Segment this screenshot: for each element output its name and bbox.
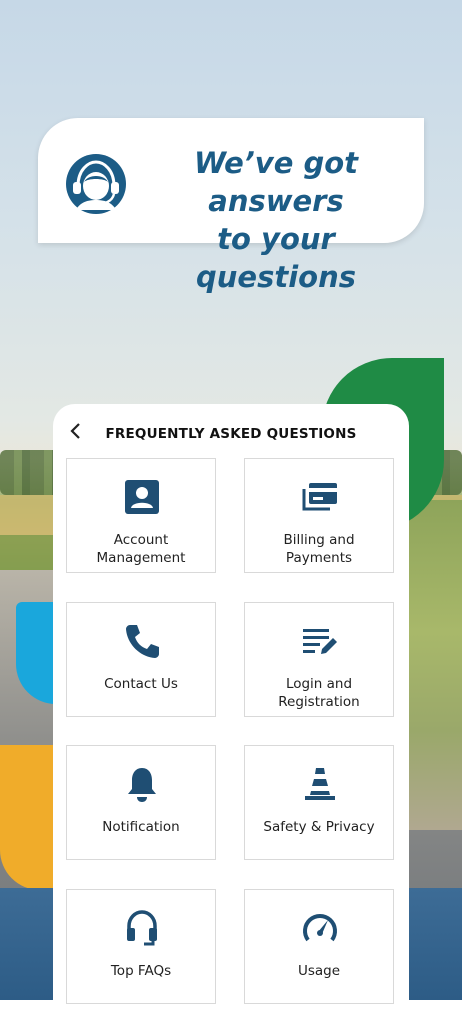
tile-label: Billing and [283,532,355,548]
panel-header: FREQUENTLY ASKED QUESTIONS [53,404,409,454]
tile-label: Payments [285,550,353,566]
account-card-icon [125,480,159,514]
faq-tile-contact-us[interactable]: Contact Us [66,602,216,717]
hero-title-line2: to your questions [196,222,356,294]
wallet-icon [302,483,337,511]
page-title: FREQUENTLY ASKED QUESTIONS [105,426,357,442]
faq-tile-top-faqs[interactable]: Top FAQs [66,889,216,1004]
tile-label: Registration [278,694,360,710]
faq-tile-notification[interactable]: Notification [66,745,216,860]
speedometer-icon [303,914,337,942]
support-agent-icon [66,154,126,214]
faq-tile-account-management[interactable]: Account Management [66,458,216,573]
bell-icon [128,768,156,802]
edit-list-icon [303,629,337,654]
traffic-cone-icon [305,768,335,800]
hero-title-line1: We’ve got answers [193,146,359,218]
tile-label: Usage [297,963,341,979]
hero-title: We’ve got answers to your questions [136,144,416,296]
tile-label: Account [113,532,169,548]
faq-panel: FREQUENTLY ASKED QUESTIONS Account Manag… [53,404,409,1014]
tile-label: Notification [102,819,180,835]
tile-label: Contact Us [104,676,178,692]
headset-icon [127,910,157,946]
faq-tile-login-registration[interactable]: Login and Registration [244,602,394,717]
orange-decor-shape [0,745,60,890]
faq-tile-billing-payments[interactable]: Billing and Payments [244,458,394,573]
tile-label: Management [96,550,186,566]
tile-label: Safety & Privacy [263,819,375,835]
phone-icon [126,625,159,658]
faq-tile-safety-privacy[interactable]: Safety & Privacy [244,745,394,860]
faq-tile-usage[interactable]: Usage [244,889,394,1004]
tile-label: Top FAQs [110,963,172,979]
tile-label: Login and [285,676,353,692]
hero-banner: We’ve got answers to your questions [38,118,424,294]
